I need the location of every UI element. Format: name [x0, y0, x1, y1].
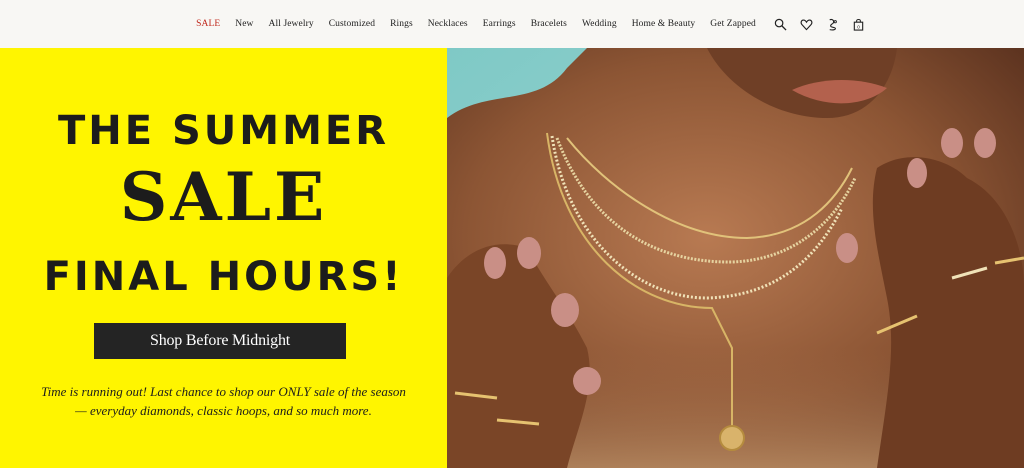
promo-description: Time is running out! Last chance to shop… [10, 382, 437, 420]
pendant [719, 425, 745, 451]
nav-link-customized[interactable]: Customized [321, 19, 382, 29]
top-navigation: SALE New All Jewelry Customized Rings Ne… [0, 0, 1024, 48]
nav-link-rings[interactable]: Rings [383, 19, 421, 29]
nav-link-home-beauty[interactable]: Home & Beauty [624, 19, 703, 29]
left-nail-4 [573, 367, 601, 395]
headline-line-1: THE SUMMER [57, 108, 390, 154]
headline-sale: SALE [119, 158, 328, 236]
nav-link-wedding[interactable]: Wedding [574, 19, 624, 29]
nav-link-necklaces[interactable]: Necklaces [420, 19, 475, 29]
account-icon[interactable] [825, 17, 839, 31]
left-nail-2 [517, 237, 541, 269]
right-nail-1 [907, 158, 927, 188]
heart-icon[interactable] [799, 17, 813, 31]
bag-icon[interactable]: 0 [851, 17, 865, 31]
bag-count: 0 [857, 24, 860, 29]
nav-link-get-zapped[interactable]: Get Zapped [703, 19, 764, 29]
promo-description-line-2: — everyday diamonds, classic hoops, and … [75, 403, 372, 418]
headline-line-3: FINAL HOURS! [43, 254, 404, 300]
promo-panel: THE SUMMER SALE FINAL HOURS! Shop Before… [0, 48, 447, 468]
nav-link-all-jewelry[interactable]: All Jewelry [261, 19, 321, 29]
nav-icon-group: 0 [773, 17, 865, 31]
right-nail-3 [974, 128, 996, 158]
shop-before-midnight-button[interactable]: Shop Before Midnight [94, 323, 346, 359]
left-nail-1 [484, 247, 506, 279]
left-nail-3 [551, 293, 579, 327]
promo-description-line-1: Time is running out! Last chance to shop… [41, 384, 406, 399]
search-icon[interactable] [773, 17, 787, 31]
nav-link-sale[interactable]: SALE [189, 19, 228, 29]
main-menu: SALE New All Jewelry Customized Rings Ne… [189, 19, 764, 29]
hero-image[interactable] [447, 48, 1024, 468]
right-nail-4 [836, 233, 858, 263]
nav-link-bracelets[interactable]: Bracelets [523, 19, 574, 29]
nav-link-new[interactable]: New [228, 19, 261, 29]
right-nail-2 [941, 128, 963, 158]
hero-illustration [447, 48, 1024, 468]
nav-link-earrings[interactable]: Earrings [475, 19, 523, 29]
